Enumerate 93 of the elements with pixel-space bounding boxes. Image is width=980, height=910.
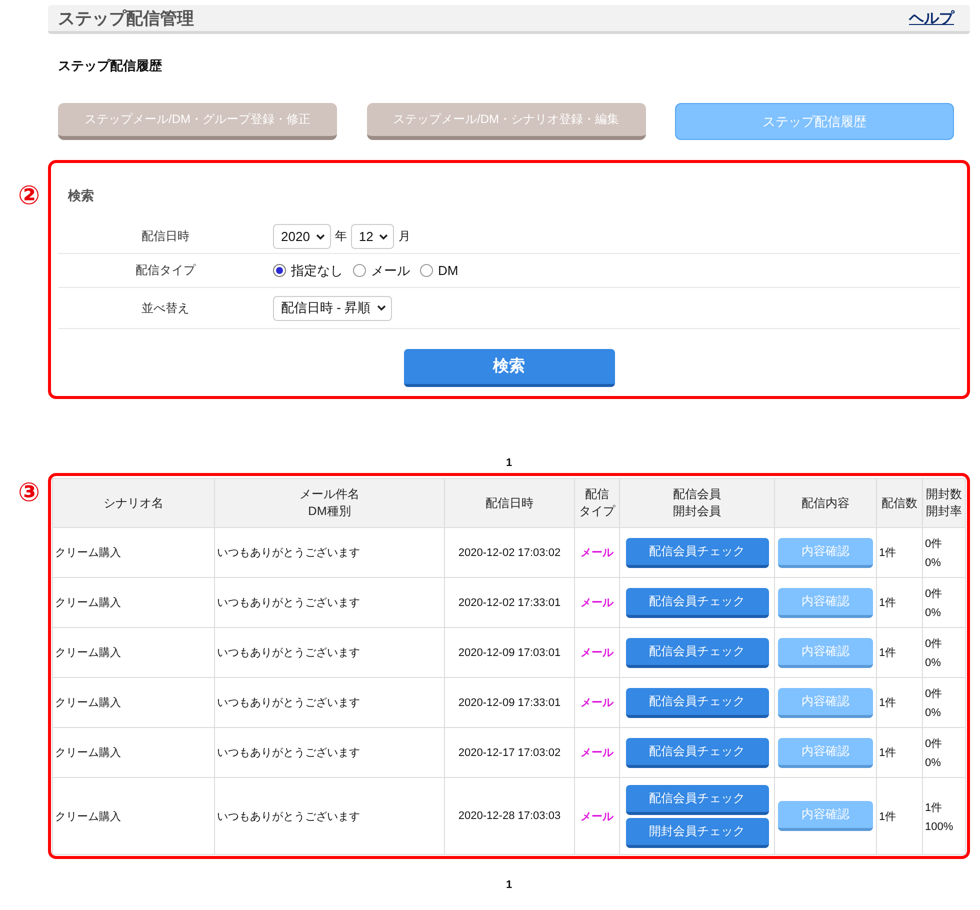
- month-select[interactable]: 12: [350, 224, 394, 249]
- chevron-down-icon: [376, 305, 386, 311]
- opened-count: 0件: [925, 537, 944, 551]
- column-header: 配信 タイプ: [574, 478, 620, 528]
- table-cell: いつもありがとうございます: [214, 778, 444, 854]
- table-cell: 2020-12-02 17:33:01: [444, 578, 574, 628]
- content-check-button[interactable]: 内容確認: [778, 738, 873, 768]
- field-label: 配信タイプ: [134, 262, 197, 279]
- opened-count: 0件: [925, 637, 944, 651]
- column-header: 配信数: [876, 478, 922, 528]
- table-cell: 1件: [876, 728, 922, 778]
- opened-count: 0件: [925, 737, 944, 751]
- radio-option[interactable]: DM: [420, 263, 458, 278]
- type-label: メール: [580, 810, 614, 822]
- table-cell: クリーム購入: [52, 578, 214, 628]
- column-header: 配信会員 開封会員: [620, 478, 774, 528]
- callout-number: ③: [18, 479, 40, 505]
- type-label: メール: [580, 747, 614, 759]
- radio-label: メール: [371, 262, 410, 280]
- search-button[interactable]: 検索: [404, 349, 614, 387]
- open-rate: 0%: [925, 657, 942, 669]
- radio-option[interactable]: 指定なし: [273, 262, 343, 280]
- open-rate: 100%: [925, 820, 954, 832]
- table-cell: 1件: [876, 578, 922, 628]
- radio-icon[interactable]: [273, 264, 286, 277]
- table-cell: いつもありがとうございます: [214, 578, 444, 628]
- type-label: メール: [580, 697, 614, 709]
- member-check-button[interactable]: 配信会員チェック: [626, 588, 768, 618]
- opened-count: 0件: [925, 587, 944, 601]
- page-title: ステップ配信履歴: [58, 57, 163, 75]
- page-number[interactable]: 1: [48, 879, 970, 891]
- content-check-button[interactable]: 内容確認: [778, 688, 873, 718]
- content-check-button[interactable]: 内容確認: [778, 588, 873, 618]
- opened-count: 1件: [925, 800, 944, 814]
- member-check-button[interactable]: 開封会員チェック: [626, 818, 768, 848]
- table-cell: クリーム購入: [52, 678, 214, 728]
- table-cell: 2020-12-09 17:03:01: [444, 628, 574, 678]
- year-select[interactable]: 2020: [273, 224, 331, 249]
- table-cell: 2020-12-09 17:33:01: [444, 678, 574, 728]
- radio-icon[interactable]: [420, 264, 433, 277]
- table-cell: いつもありがとうございます: [214, 678, 444, 728]
- content-check-button[interactable]: 内容確認: [778, 538, 873, 568]
- unit-label: 月: [398, 228, 410, 245]
- table-cell: クリーム購入: [52, 728, 214, 778]
- column-header: 配信内容: [774, 478, 876, 528]
- type-label: メール: [580, 547, 614, 559]
- callout-number: ②: [18, 182, 40, 208]
- table-cell: 1件: [876, 628, 922, 678]
- header-title: ステップ配信管理: [58, 8, 194, 30]
- member-check-button[interactable]: 配信会員チェック: [626, 538, 768, 568]
- member-check-button[interactable]: 配信会員チェック: [626, 688, 768, 718]
- table-cell: 1件: [876, 678, 922, 728]
- table-cell: 1件: [876, 528, 922, 578]
- section-heading: 検索: [68, 187, 95, 205]
- column-header: シナリオ名: [52, 478, 214, 528]
- content-check-button[interactable]: 内容確認: [778, 638, 873, 668]
- chevron-down-icon: [316, 234, 325, 240]
- sort-select[interactable]: 配信日時 - 昇順: [273, 296, 392, 320]
- member-check-button[interactable]: 配信会員チェック: [626, 784, 768, 814]
- table-cell: いつもありがとうございます: [214, 528, 444, 578]
- open-rate: 0%: [925, 607, 942, 619]
- table-cell: クリーム購入: [52, 628, 214, 678]
- radio-icon[interactable]: [353, 264, 366, 277]
- table-cell: 2020-12-28 17:03:03: [444, 778, 574, 854]
- table-cell: クリーム購入: [52, 528, 214, 578]
- open-rate: 0%: [925, 707, 942, 719]
- content-check-button[interactable]: 内容確認: [778, 801, 873, 831]
- table-cell: 2020-12-02 17:03:02: [444, 528, 574, 578]
- help-link[interactable]: ヘルプ: [909, 8, 954, 28]
- page-number[interactable]: 1: [48, 457, 970, 469]
- chevron-down-icon: [379, 234, 388, 240]
- radio-label: DM: [438, 263, 458, 278]
- column-header: 配信日時: [444, 478, 574, 528]
- member-check-button[interactable]: 配信会員チェック: [626, 738, 768, 768]
- table-cell: クリーム購入: [52, 778, 214, 854]
- unit-label: 年: [334, 228, 347, 245]
- open-rate: 0%: [925, 757, 942, 769]
- radio-label: 指定なし: [291, 262, 343, 280]
- member-check-button[interactable]: 配信会員チェック: [626, 638, 768, 668]
- radio-option[interactable]: メール: [353, 262, 410, 280]
- table-cell: いつもありがとうございます: [214, 728, 444, 778]
- field-label: 配信日時: [140, 228, 190, 245]
- table-cell: 2020-12-17 17:03:02: [444, 728, 574, 778]
- column-header: 開封数 開封率: [922, 478, 966, 528]
- tab[interactable]: ステップ配信履歴: [675, 103, 954, 140]
- field-label: 並べ替え: [140, 300, 190, 316]
- column-header: メール件名 DM種別: [214, 478, 444, 528]
- open-rate: 0%: [925, 557, 942, 569]
- opened-count: 0件: [925, 687, 944, 701]
- table-cell: いつもありがとうございます: [214, 628, 444, 678]
- table-cell: 1件: [876, 778, 922, 854]
- type-label: メール: [580, 647, 614, 659]
- type-label: メール: [580, 597, 614, 609]
